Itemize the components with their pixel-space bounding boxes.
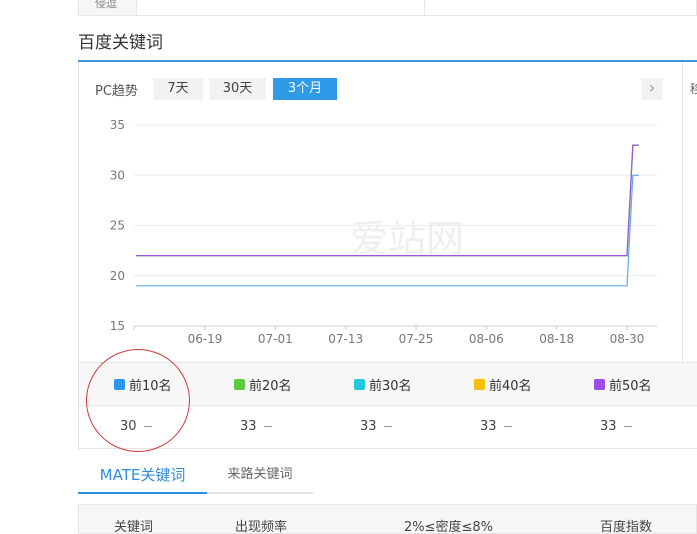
legend-item-top50[interactable]: 前50名 (594, 376, 652, 394)
y-tick-label: 15 (110, 319, 125, 333)
count-top20[interactable]: 33 (240, 419, 272, 434)
legend-swatch-top30 (354, 378, 365, 390)
chart-series (136, 144, 639, 287)
legend-swatch-top40 (474, 378, 485, 390)
dash-icon (503, 426, 512, 427)
column-header-density[interactable]: 2%≤密度≤8% (404, 516, 493, 534)
legend-item-top40[interactable]: 前40名 (474, 376, 532, 394)
y-tick-label: 25 (110, 219, 125, 233)
annotation-circle (86, 349, 190, 452)
column-header-baidu-index[interactable]: 百度指数 (600, 516, 652, 534)
legend-label-top30: 前30名 (369, 378, 412, 394)
count-value-top20: 33 (240, 419, 257, 434)
x-tick-label: 07-25 (399, 332, 434, 346)
dash-icon (383, 426, 392, 427)
x-tick-label: 07-01 (258, 332, 293, 346)
dash-icon (263, 426, 272, 427)
column-header-keyword[interactable]: 关键词 (114, 516, 153, 534)
trend-chart: 爱站网 15 20 25 30 35 06-19 07-01 07-13 07-25 08-06… (110, 118, 657, 346)
tab-referral-keywords[interactable]: 来路关键词 (207, 458, 313, 494)
chart-grid (134, 124, 657, 327)
legend-item-top30[interactable]: 前30名 (354, 376, 412, 394)
legend-label-top40: 前40名 (489, 378, 532, 394)
x-tick-label: 08-06 (469, 332, 504, 346)
counts-row-border (79, 448, 697, 449)
count-value-top30: 33 (360, 419, 377, 434)
count-value-top40: 33 (480, 419, 497, 434)
y-tick-label: 30 (110, 168, 125, 182)
legend-item-top20[interactable]: 前20名 (234, 376, 292, 394)
legend-label-top50: 前50名 (609, 378, 652, 394)
y-axis: 15 20 25 30 35 (110, 118, 125, 333)
x-tick-label: 08-18 (539, 332, 574, 346)
legend-swatch-top50 (594, 378, 605, 390)
legend-label-top20: 前20名 (249, 378, 292, 394)
count-top40[interactable]: 33 (480, 419, 512, 434)
y-tick-label: 20 (110, 269, 125, 283)
y-tick-label: 35 (110, 118, 125, 132)
count-value-top50: 33 (600, 419, 617, 434)
column-header-frequency[interactable]: 出现频率 (235, 516, 287, 534)
count-top50[interactable]: 33 (600, 419, 632, 434)
chart-watermark: 爱站网 (350, 217, 464, 261)
count-top30[interactable]: 33 (360, 419, 392, 434)
x-tick-label: 08-30 (610, 332, 645, 346)
legend-swatch-top20 (234, 378, 245, 390)
x-tick-label: 07-13 (328, 332, 363, 346)
x-tick-label: 06-19 (188, 332, 223, 346)
dash-icon (623, 426, 632, 427)
tab-mate-keywords[interactable]: MATE关键词 (78, 458, 207, 494)
x-axis: 06-19 07-01 07-13 07-25 08-06 08-18 08-30 (133, 326, 645, 346)
